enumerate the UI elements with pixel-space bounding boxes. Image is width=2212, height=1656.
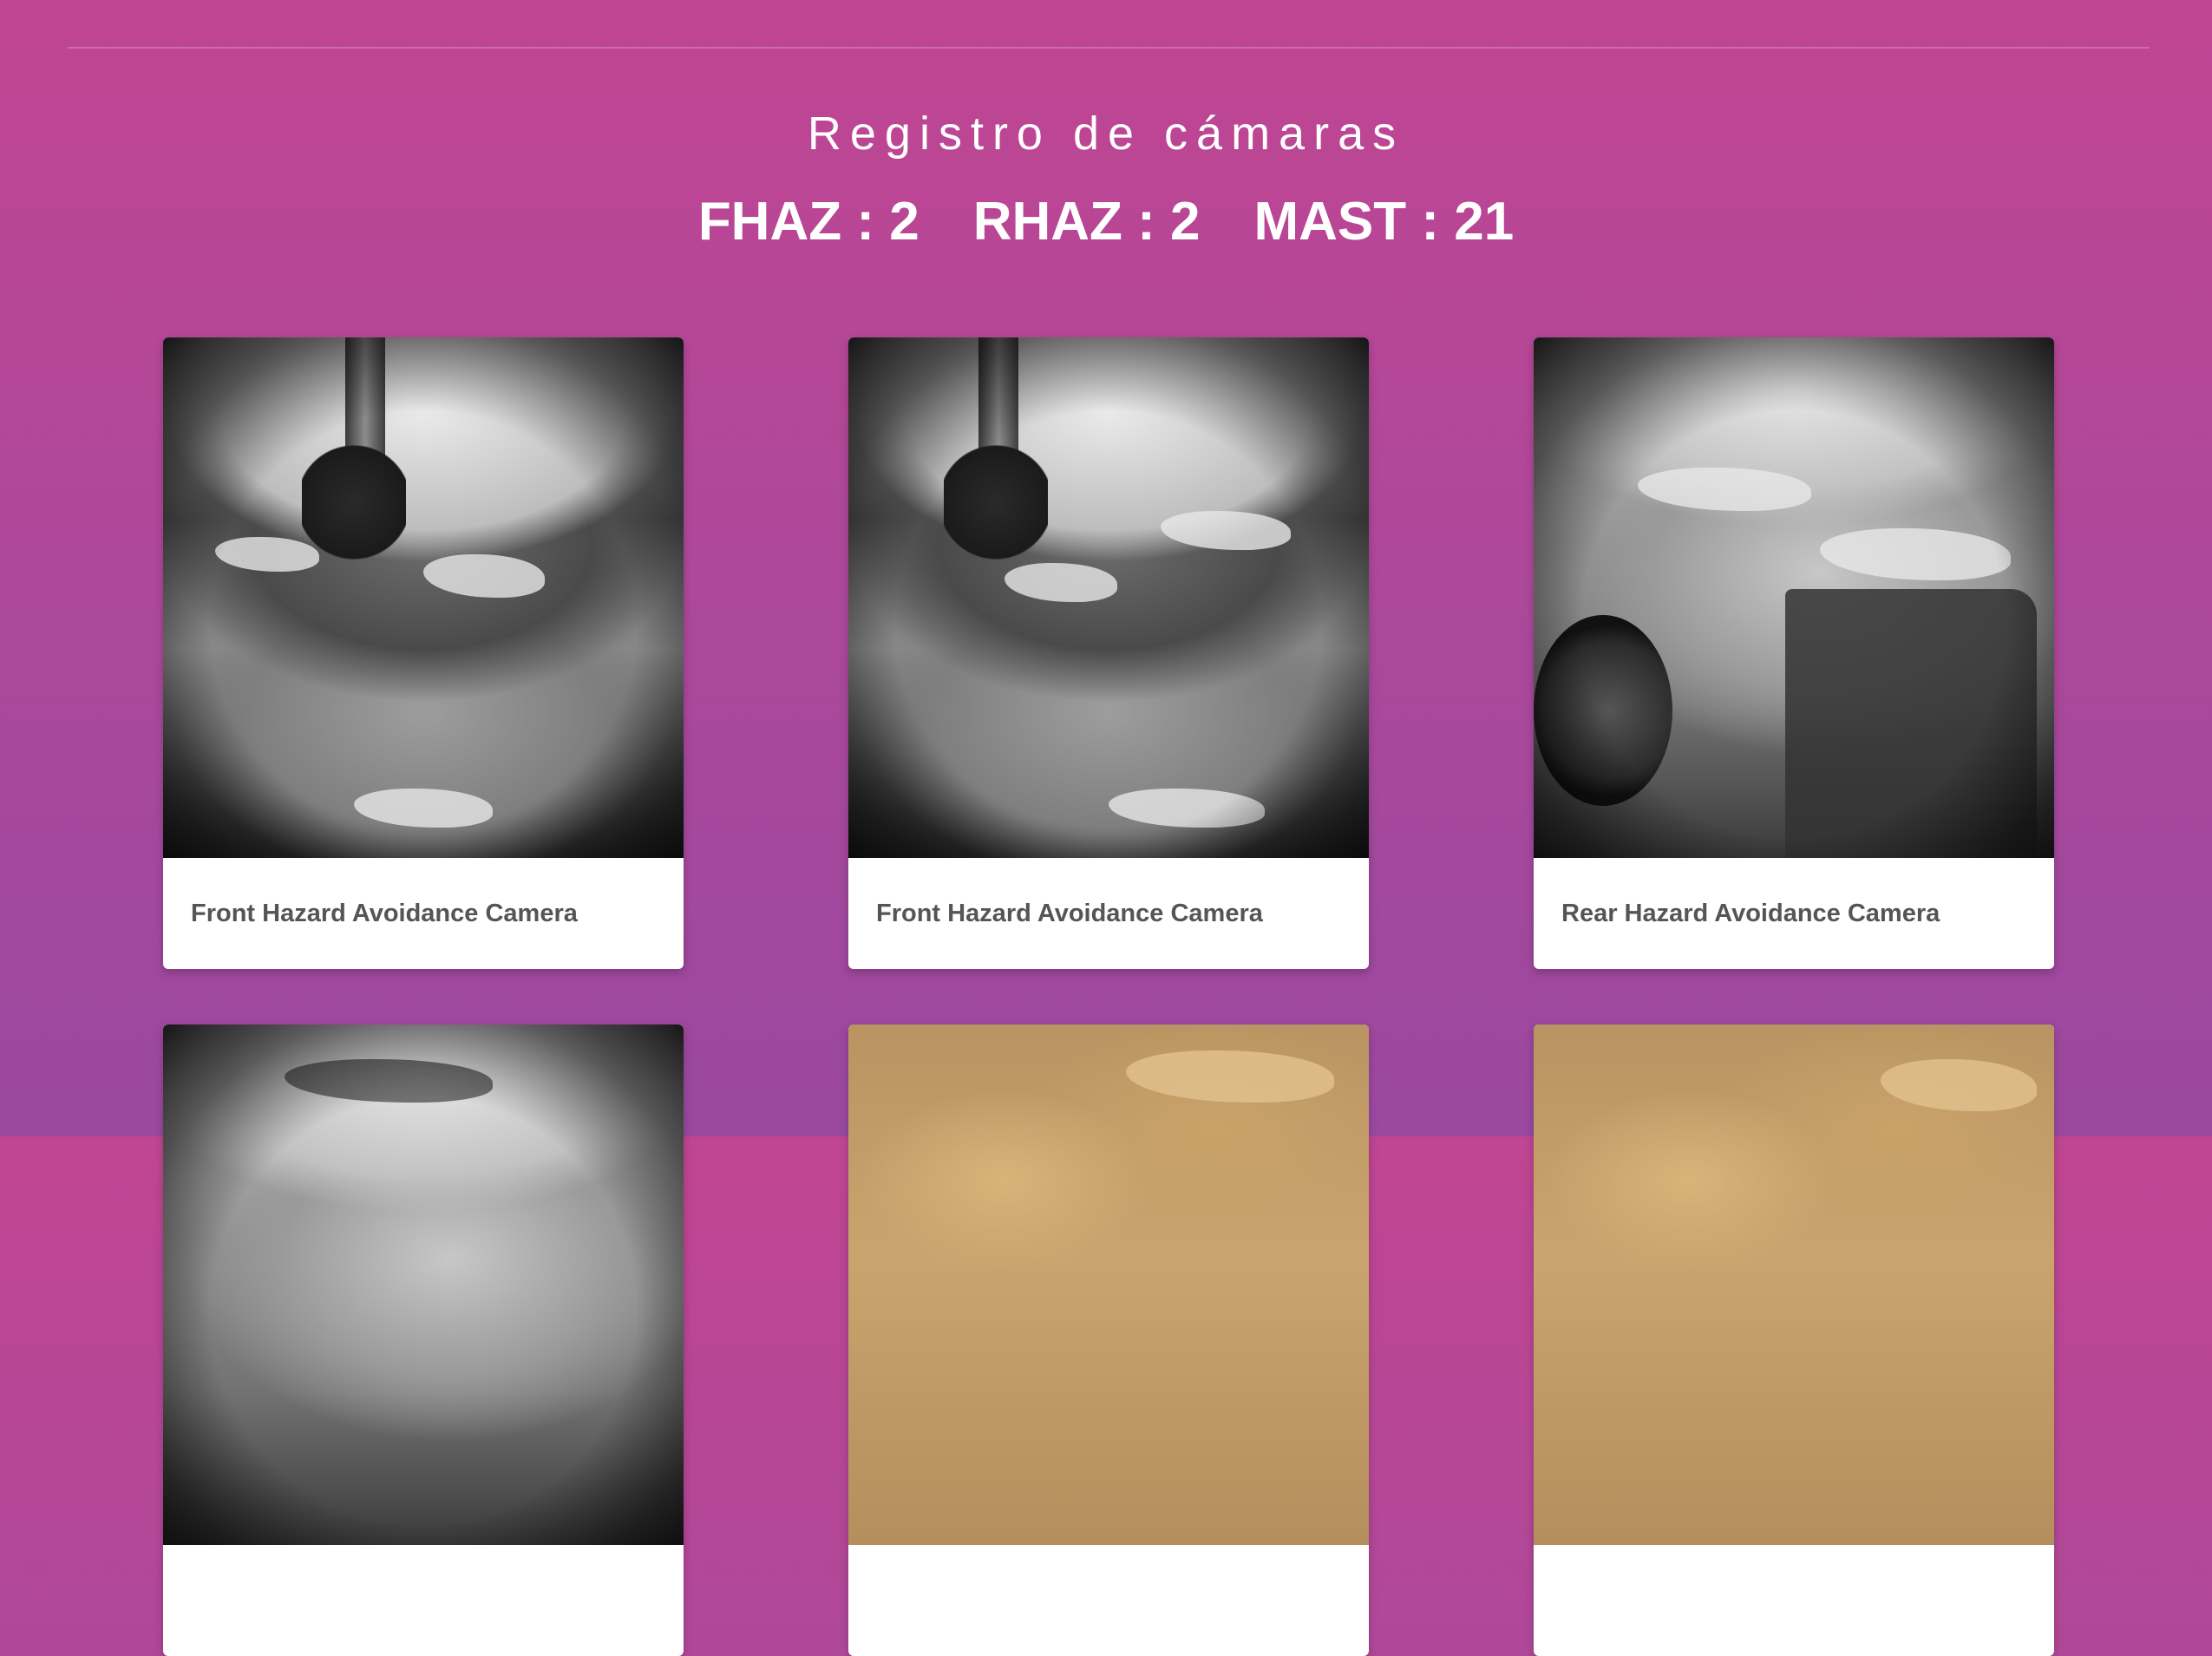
count-mast: MAST : 21 (1253, 192, 1515, 252)
lens-vignette (163, 337, 684, 858)
photo-card[interactable]: Front Hazard Avoidance Camera (163, 337, 684, 969)
rover-photo[interactable] (1534, 1024, 2054, 1545)
count-rhaz: RHAZ : 2 (972, 192, 1201, 252)
photo-caption (848, 1545, 1369, 1656)
lens-vignette (163, 1024, 684, 1545)
rover-photo[interactable] (848, 337, 1369, 858)
photo-caption: Front Hazard Avoidance Camera (191, 899, 578, 927)
rover-photo[interactable] (1534, 337, 2054, 858)
photo-caption (163, 1545, 684, 1656)
photo-card[interactable]: Front Hazard Avoidance Camera (848, 337, 1369, 969)
rover-photo[interactable] (848, 1024, 1369, 1545)
photo-card[interactable] (848, 1024, 1369, 1656)
lens-vignette (1534, 337, 2054, 858)
page-title: Registro de cámaras (807, 108, 1405, 160)
photo-caption: Front Hazard Avoidance Camera (876, 899, 1263, 927)
rover-photo[interactable] (163, 1024, 684, 1545)
camera-counts: FHAZ : 2 RHAZ : 2 MAST : 21 (0, 191, 2212, 253)
rock-graphic (1881, 1059, 2037, 1111)
photo-caption (1534, 1545, 2054, 1656)
photo-card[interactable]: Rear Hazard Avoidance Camera (1534, 337, 2054, 969)
photo-caption: Rear Hazard Avoidance Camera (1561, 899, 1940, 927)
rover-photo[interactable] (163, 337, 684, 858)
top-divider (68, 47, 2150, 49)
photo-card[interactable] (1534, 1024, 2054, 1656)
lens-vignette (848, 337, 1369, 858)
rock-graphic (1126, 1051, 1334, 1103)
photo-card[interactable] (163, 1024, 684, 1656)
count-fhaz: FHAZ : 2 (697, 192, 919, 252)
